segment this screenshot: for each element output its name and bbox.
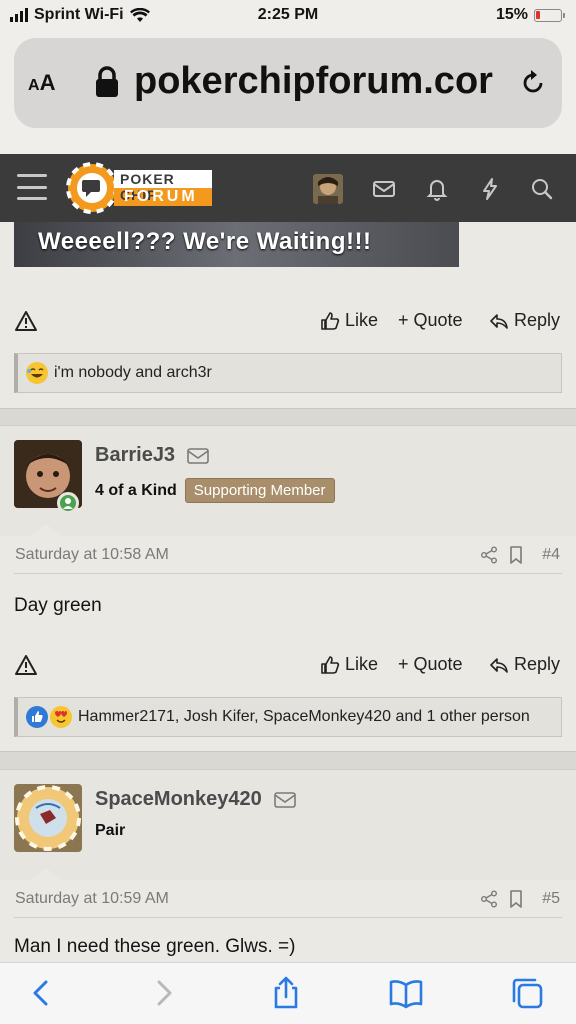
lock-icon [96, 66, 118, 97]
share-icon[interactable] [480, 890, 498, 908]
reply-button[interactable]: Reply [489, 310, 560, 331]
bookmark-icon[interactable] [508, 546, 524, 564]
thumbs-up-icon [321, 655, 340, 674]
post-previous: Weeeell??? We're Waiting!!! Like + Quote… [0, 222, 576, 409]
bell-icon[interactable] [424, 176, 450, 202]
tabs-icon[interactable] [509, 975, 545, 1011]
menu-icon[interactable] [17, 174, 47, 200]
post-author: SpaceMonkey420 Pair [0, 770, 576, 880]
avatar[interactable] [14, 784, 82, 852]
url-text[interactable]: pokerchipforum.cor [134, 60, 522, 103]
post-number[interactable]: #4 [542, 546, 560, 564]
laughing-emoji-icon [26, 362, 48, 384]
report-icon[interactable] [14, 310, 38, 332]
post-actions: Like + Quote Reply [0, 307, 576, 337]
site-header: POKER CHIP FORUM [0, 154, 576, 222]
post-actions: Like + Quote Reply [0, 651, 576, 681]
user-title: 4 of a Kind Supporting Member [95, 478, 335, 503]
mail-icon[interactable] [187, 447, 209, 464]
post-meta: Saturday at 10:58 AM #4 [14, 536, 562, 574]
post-author: BarrieJ3 4 of a Kind Supporting Member [0, 426, 576, 536]
embedded-image[interactable]: Weeeell??? We're Waiting!!! [14, 222, 459, 267]
online-status-icon [57, 492, 79, 514]
browser-toolbar [0, 962, 576, 1024]
post-number[interactable]: #5 [542, 890, 560, 908]
username[interactable]: SpaceMonkey420 [95, 788, 296, 811]
like-reaction-icon [26, 706, 48, 728]
post-body: Man I need these green. Glws. =) [14, 936, 296, 957]
reactions-text: i'm nobody and arch3r [54, 364, 212, 381]
mail-icon[interactable] [273, 791, 296, 808]
battery-group: 15% [495, 6, 565, 24]
reactions-bar[interactable]: i'm nobody and arch3r [14, 353, 562, 393]
share-icon[interactable] [268, 975, 304, 1011]
clock: 2:25 PM [257, 6, 319, 23]
text-size-button[interactable]: AA [28, 70, 55, 96]
user-avatar[interactable] [313, 174, 343, 204]
post-5: SpaceMonkey420 Pair Saturday at 10:59 AM… [0, 769, 576, 962]
embedded-image-caption: Weeeell??? We're Waiting!!! [38, 228, 372, 255]
site-logo[interactable]: POKER CHIP FORUM [66, 162, 216, 214]
address-bar[interactable]: AA pokerchipforum.cor [14, 38, 562, 128]
quote-button[interactable]: + Quote [398, 310, 463, 331]
status-badge: Supporting Member [184, 478, 335, 503]
reactions-bar[interactable]: Hammer2171, Josh Kifer, SpaceMonkey420 a… [14, 697, 562, 737]
back-icon[interactable] [24, 975, 60, 1011]
reactions-text: Hammer2171, Josh Kifer, SpaceMonkey420 a… [78, 708, 530, 725]
user-title: Pair [95, 822, 126, 839]
author-pointer [30, 868, 62, 880]
share-icon[interactable] [480, 546, 498, 564]
mail-icon[interactable] [371, 176, 397, 202]
logo-text-bottom: FORUM [124, 188, 198, 205]
like-button[interactable]: Like [320, 654, 378, 675]
post-timestamp[interactable]: Saturday at 10:59 AM [15, 890, 169, 908]
like-button[interactable]: Like [320, 310, 378, 331]
bookmarks-icon[interactable] [388, 975, 424, 1011]
love-reaction-icon [50, 706, 72, 728]
username[interactable]: BarrieJ3 [95, 444, 209, 467]
browser-chrome: Sprint Wi-Fi 2:25 PM 15% AA pokerchipfor… [0, 0, 576, 154]
post-body: Day green [14, 595, 102, 616]
thumbs-up-icon [321, 311, 340, 330]
search-icon[interactable] [529, 176, 555, 202]
battery-icon [534, 8, 565, 22]
author-pointer [30, 524, 62, 536]
status-bar: Sprint Wi-Fi 2:25 PM 15% [0, 0, 576, 30]
reply-icon [490, 313, 508, 329]
report-icon[interactable] [14, 654, 38, 676]
reload-icon[interactable] [518, 68, 548, 98]
bolt-icon[interactable] [477, 176, 503, 202]
reply-button[interactable]: Reply [489, 654, 560, 675]
thread-content: Weeeell??? We're Waiting!!! Like + Quote… [0, 222, 576, 962]
bookmark-icon[interactable] [508, 890, 524, 908]
post-4: BarrieJ3 4 of a Kind Supporting Member S… [0, 425, 576, 752]
quote-button[interactable]: + Quote [398, 654, 463, 675]
post-timestamp[interactable]: Saturday at 10:58 AM [15, 546, 169, 564]
battery-percent: 15% [495, 6, 528, 23]
reply-icon [490, 657, 508, 673]
forward-icon[interactable] [145, 975, 181, 1011]
post-meta: Saturday at 10:59 AM #5 [14, 880, 562, 918]
